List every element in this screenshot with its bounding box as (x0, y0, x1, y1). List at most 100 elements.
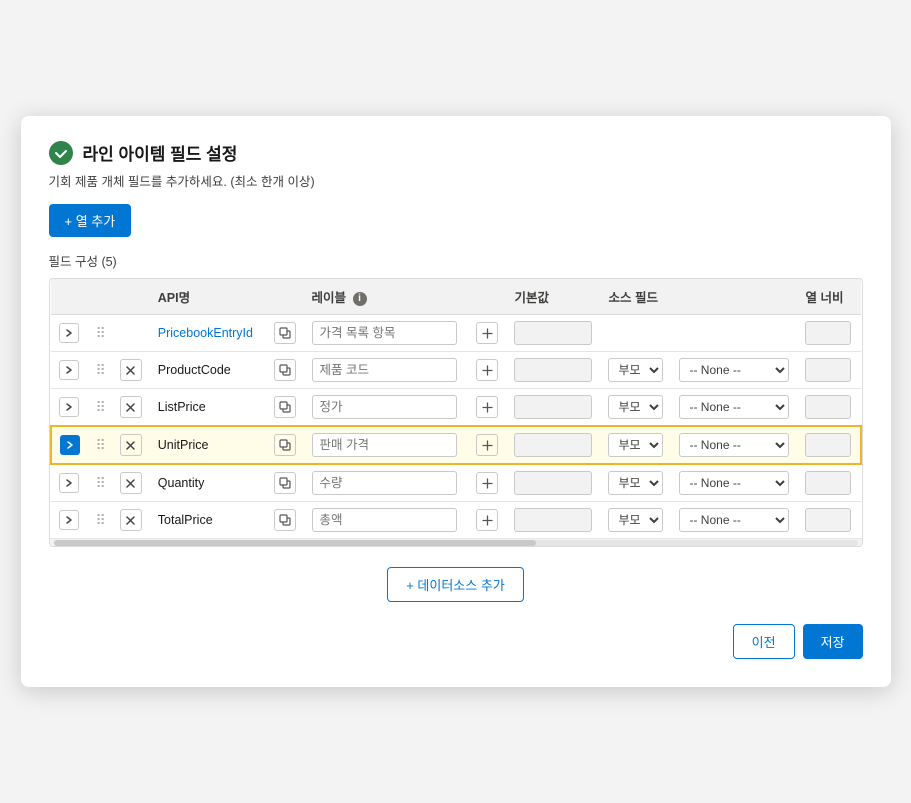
expand-button[interactable] (59, 473, 79, 493)
label-input[interactable] (312, 395, 457, 419)
label-expand-button[interactable] (476, 472, 498, 494)
width-input[interactable] (805, 508, 851, 532)
copy-api-button[interactable] (274, 322, 296, 344)
source-field-select[interactable]: -- None -- (679, 433, 789, 457)
source-field-cell: -- None -- (671, 389, 797, 427)
label-cell (304, 315, 466, 352)
expand-button[interactable] (59, 323, 79, 343)
add-column-button[interactable]: + 열 추가 (49, 204, 132, 237)
drag-handle[interactable]: ⠿ (96, 512, 104, 528)
source-field-cell: -- None -- (671, 464, 797, 502)
source-field-select[interactable]: -- None -- (679, 358, 789, 382)
add-datasource-button[interactable]: + 데이터소스 추가 (387, 567, 524, 602)
bottom-bar: + 데이터소스 추가 (49, 567, 863, 602)
delete-cell (112, 389, 150, 427)
table-row: ⠿ Quantity (51, 464, 861, 502)
label-expand-button[interactable] (476, 509, 498, 531)
width-input[interactable] (805, 358, 851, 382)
width-input[interactable] (805, 471, 851, 495)
prev-button[interactable]: 이전 (733, 624, 795, 659)
col-copy-header (262, 279, 304, 315)
copy-api-button[interactable] (274, 472, 296, 494)
api-name-cell: ListPrice (150, 389, 262, 427)
label-input[interactable] (312, 508, 457, 532)
expand-cell (51, 352, 88, 389)
expand-cell (51, 502, 88, 539)
source-field-select[interactable]: -- None -- (679, 471, 789, 495)
scrollbar-track[interactable] (54, 540, 858, 546)
drag-handle[interactable]: ⠿ (96, 399, 104, 415)
table-header-row: API명 레이블 i 기본값 소스 필드 열 너비 (51, 279, 861, 315)
label-input[interactable] (312, 433, 457, 457)
api-name-link[interactable]: PricebookEntryId (158, 326, 253, 340)
default-value-input[interactable] (514, 321, 592, 345)
label-expand-cell (465, 389, 506, 427)
table-row: ⠿ ListPrice (51, 389, 861, 427)
save-button[interactable]: 저장 (803, 624, 863, 659)
scrollbar-thumb[interactable] (54, 540, 536, 546)
drag-cell: ⠿ (88, 352, 112, 389)
expand-button[interactable] (60, 435, 80, 455)
label-input[interactable] (312, 321, 457, 345)
drag-cell: ⠿ (88, 389, 112, 427)
expand-button[interactable] (59, 360, 79, 380)
delete-row-button[interactable] (120, 396, 142, 418)
copy-api-button[interactable] (274, 396, 296, 418)
copy-api-button[interactable] (274, 359, 296, 381)
source-parent-select[interactable]: 부모 (608, 395, 663, 419)
api-name-cell: UnitPrice (150, 426, 262, 464)
drag-handle[interactable]: ⠿ (96, 475, 104, 491)
api-name-cell: TotalPrice (150, 502, 262, 539)
width-input[interactable] (805, 395, 851, 419)
width-input[interactable] (805, 433, 851, 457)
drag-handle[interactable]: ⠿ (96, 437, 104, 453)
label-input[interactable] (312, 471, 457, 495)
label-expand-button[interactable] (476, 434, 498, 456)
label-expand-button[interactable] (476, 322, 498, 344)
delete-row-button[interactable] (120, 359, 142, 381)
copy-api-button[interactable] (274, 434, 296, 456)
drag-cell: ⠿ (88, 464, 112, 502)
source-field-cell: -- None -- (671, 502, 797, 539)
expand-button[interactable] (59, 510, 79, 530)
default-value-input[interactable] (514, 471, 592, 495)
source-parent-select[interactable]: 부모 (608, 433, 663, 457)
success-icon (49, 141, 73, 165)
delete-row-button[interactable] (120, 509, 142, 531)
width-cell (797, 464, 860, 502)
label-input[interactable] (312, 358, 457, 382)
api-name-cell: PricebookEntryId (150, 315, 262, 352)
api-name-text: ProductCode (158, 363, 231, 377)
col-label-expand-header (465, 279, 506, 315)
label-cell (304, 464, 466, 502)
col-source-header: 소스 필드 (600, 279, 797, 315)
expand-cell (51, 426, 88, 464)
default-value-input[interactable] (514, 433, 592, 457)
copy-api-button[interactable] (274, 509, 296, 531)
expand-button[interactable] (59, 397, 79, 417)
source-field-select[interactable]: -- None -- (679, 395, 789, 419)
delete-row-button[interactable] (120, 472, 142, 494)
label-expand-button[interactable] (476, 396, 498, 418)
source-field-select[interactable]: -- None -- (679, 508, 789, 532)
drag-handle[interactable]: ⠿ (96, 362, 104, 378)
width-cell (797, 389, 860, 427)
default-value-input[interactable] (514, 395, 592, 419)
default-value-input[interactable] (514, 508, 592, 532)
width-cell (797, 502, 860, 539)
modal-header: 라인 아이템 필드 설정 (49, 140, 863, 165)
label-expand-button[interactable] (476, 359, 498, 381)
source-parent-select[interactable]: 부모 (608, 508, 663, 532)
label-cell (304, 426, 466, 464)
width-input[interactable] (805, 321, 851, 345)
source-parent-cell: 부모 (600, 464, 671, 502)
horizontal-scrollbar[interactable] (50, 538, 862, 546)
footer-buttons: 이전 저장 (49, 624, 863, 659)
default-cell (506, 352, 600, 389)
default-value-input[interactable] (514, 358, 592, 382)
drag-handle[interactable]: ⠿ (96, 325, 104, 341)
delete-row-button[interactable] (120, 434, 142, 456)
source-parent-select[interactable]: 부모 (608, 471, 663, 495)
col-expand-header (51, 279, 88, 315)
source-parent-select[interactable]: 부모 (608, 358, 663, 382)
